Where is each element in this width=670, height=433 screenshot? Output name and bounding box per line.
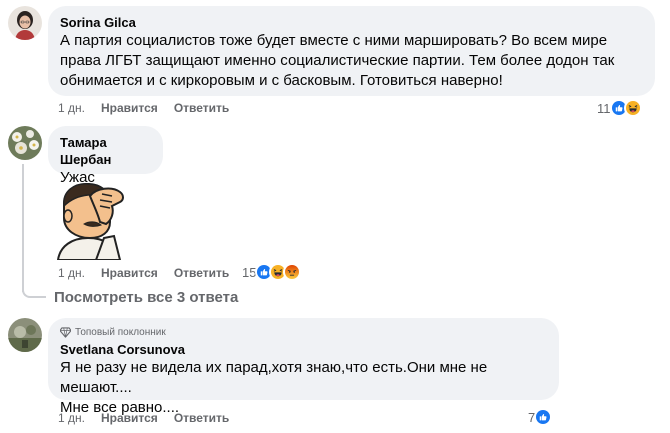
- avatar[interactable]: [8, 126, 42, 160]
- reaction-count: 11: [597, 100, 611, 116]
- comment-actions: 1 дн. Нравится Ответить: [58, 265, 229, 281]
- comment-timestamp[interactable]: 1 дн.: [58, 410, 85, 426]
- facepalm-sticker-icon: [56, 182, 124, 261]
- like-button[interactable]: Нравится: [101, 410, 158, 426]
- reply-button[interactable]: Ответить: [174, 100, 229, 116]
- comment-bubble: Топовый поклонник Svetlana Corsunova Я н…: [48, 318, 559, 416]
- reply-button[interactable]: Ответить: [174, 410, 229, 426]
- reply-thread-line: [22, 164, 24, 292]
- avatar[interactable]: [8, 318, 42, 352]
- reaction-summary[interactable]: 11: [597, 99, 642, 117]
- diamond-icon: [60, 327, 71, 338]
- view-replies-link[interactable]: Посмотреть все 3 ответа: [54, 288, 238, 308]
- comment-author[interactable]: Тамара Шербан: [60, 134, 151, 168]
- facepalm-sticker[interactable]: [50, 176, 138, 261]
- comment-actions: 1 дн. Нравится Ответить: [58, 410, 229, 426]
- comment-actions: 1 дн. Нравится Ответить: [58, 100, 229, 116]
- comment-bubble: Тамара Шербан Ужас: [48, 126, 163, 186]
- like-button[interactable]: Нравится: [101, 100, 158, 116]
- comment-text-line: А партия социалистов тоже будет вместе с…: [60, 32, 608, 49]
- avatar[interactable]: [8, 6, 42, 40]
- avatar-sorina-icon: [8, 6, 42, 40]
- comment-text-line: права ЛГБТ защищают именно социалистичес…: [60, 52, 615, 69]
- like-button[interactable]: Нравится: [101, 265, 158, 281]
- reaction-summary[interactable]: 7: [528, 408, 553, 426]
- comment-text-line: Я не разу не видела их парад,хотя знаю,ч…: [60, 359, 488, 396]
- reply-thread-connector: [22, 290, 46, 298]
- comment-author[interactable]: Svetlana Corsunova: [60, 341, 547, 358]
- comment-timestamp[interactable]: 1 дн.: [58, 265, 85, 281]
- comment-author[interactable]: Sorina Gilca: [60, 14, 643, 31]
- top-fan-badge: Топовый поклонник: [60, 326, 547, 339]
- reaction-count: 15: [242, 264, 257, 280]
- top-fan-label: Топовый поклонник: [75, 327, 166, 338]
- avatar-landscape-icon: [8, 318, 42, 352]
- avatar-flowers-icon: [8, 126, 42, 160]
- reaction-summary[interactable]: 15: [242, 263, 302, 281]
- haha-icon: [623, 99, 642, 117]
- comment-timestamp[interactable]: 1 дн.: [58, 100, 85, 116]
- angry-icon: [283, 263, 302, 281]
- reply-button[interactable]: Ответить: [174, 265, 229, 281]
- comment-bubble: Sorina Gilca А партия социалистов тоже б…: [48, 6, 655, 96]
- like-icon: [534, 408, 553, 426]
- comment-text-line: обнимается и с киркоровым и с басковым. …: [60, 72, 503, 89]
